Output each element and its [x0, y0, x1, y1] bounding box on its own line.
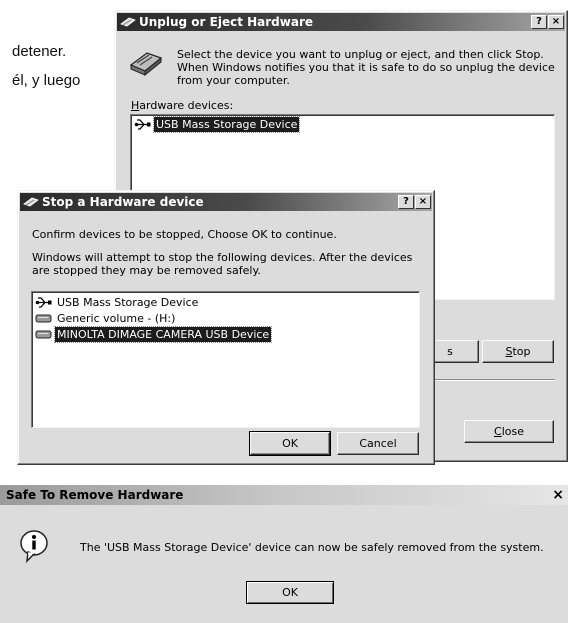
- ok-button[interactable]: OK: [249, 431, 331, 456]
- hardware-devices-label: Hardware devices:: [131, 99, 234, 112]
- stop-devices-list[interactable]: USB Mass Storage Device Generic volume -…: [31, 291, 420, 428]
- device-label: USB Mass Storage Device: [152, 116, 301, 133]
- device-label: Generic volume - (H:): [57, 312, 176, 325]
- safe-remove-message: The 'USB Mass Storage Device' device can…: [80, 541, 544, 554]
- unplug-dialog-titlebar: Unplug or Eject Hardware ? ×: [117, 13, 565, 31]
- device-label: USB Mass Storage Device: [57, 296, 199, 309]
- safe-remove-dialog: Safe To Remove Hardware × The 'USB Mass …: [0, 485, 568, 623]
- eject-hardware-icon: [129, 52, 163, 77]
- background-text-line-1: detener.: [12, 43, 67, 60]
- unplug-instruction-text: Select the device you want to unplug or …: [177, 48, 555, 87]
- stop-info-text: Windows will attempt to stop the followi…: [32, 251, 413, 277]
- usb-icon: [35, 297, 52, 308]
- safe-dialog-titlebar: Safe To Remove Hardware ×: [0, 485, 568, 505]
- help-button[interactable]: ?: [531, 15, 547, 29]
- ok-button[interactable]: OK: [246, 581, 334, 604]
- stop-button[interactable]: Stop: [482, 340, 554, 363]
- unplug-dialog-title: Unplug or Eject Hardware: [139, 15, 314, 29]
- hardware-icon: [120, 17, 136, 27]
- safe-dialog-title: Safe To Remove Hardware: [6, 488, 184, 502]
- close-button[interactable]: ×: [548, 15, 564, 29]
- drive-icon: [35, 314, 52, 323]
- hardware-icon: [23, 197, 39, 207]
- close-dialog-button[interactable]: Close: [464, 420, 554, 443]
- background-text-line-2: él, y luego: [12, 72, 81, 89]
- info-icon: [20, 530, 48, 563]
- help-button[interactable]: ?: [398, 195, 414, 209]
- stop-hardware-dialog: Stop a Hardware device ? × Confirm devic…: [17, 190, 435, 465]
- usb-icon: [134, 119, 151, 130]
- close-button[interactable]: ×: [415, 195, 431, 209]
- stop-dialog-titlebar: Stop a Hardware device ? ×: [20, 193, 432, 211]
- cancel-button[interactable]: Cancel: [337, 432, 419, 455]
- drive-icon: [35, 330, 52, 339]
- stop-dialog-title: Stop a Hardware device: [42, 195, 204, 209]
- separator: [435, 379, 555, 381]
- confirm-text: Confirm devices to be stopped, Choose OK…: [32, 228, 337, 241]
- device-label: MINOLTA DIMAGE CAMERA USB Device: [53, 326, 273, 343]
- close-icon[interactable]: ×: [552, 485, 564, 505]
